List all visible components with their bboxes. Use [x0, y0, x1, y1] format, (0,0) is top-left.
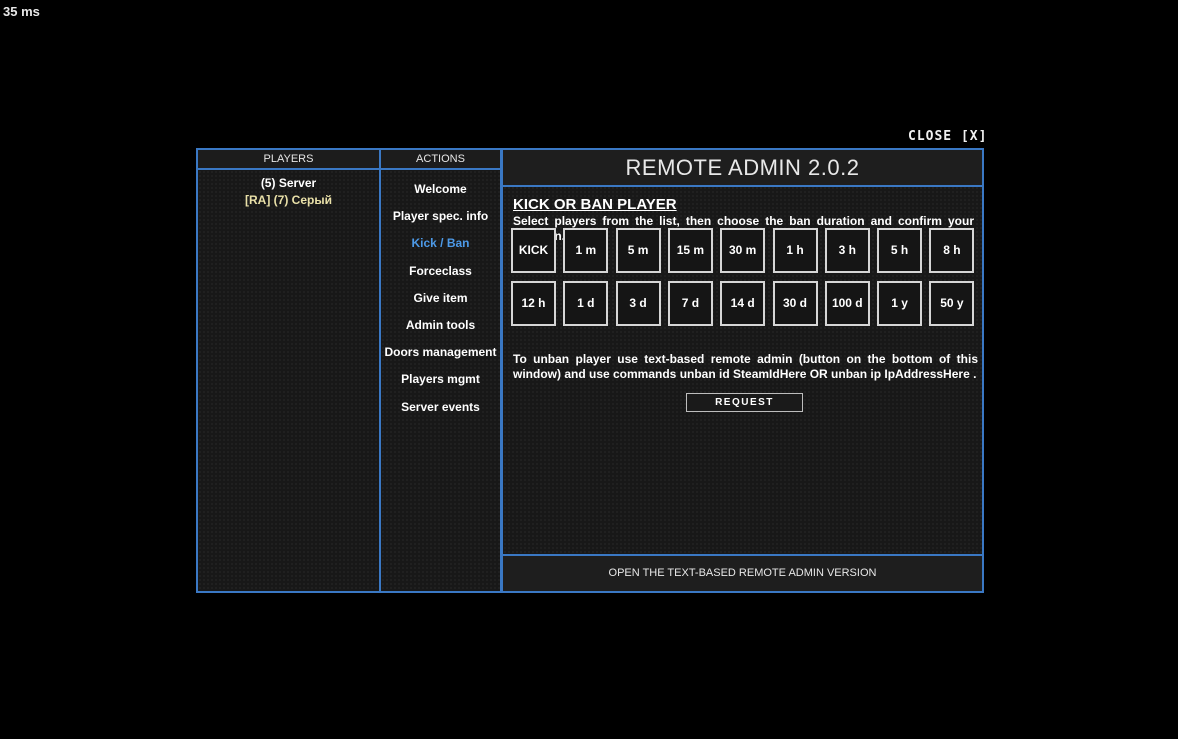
duration-button[interactable]: 30 m: [720, 228, 766, 273]
duration-button[interactable]: 15 m: [667, 228, 713, 273]
duration-button[interactable]: 8 h: [929, 228, 975, 273]
duration-button[interactable]: 5 h: [877, 228, 923, 273]
duration-button[interactable]: 1 h: [772, 228, 818, 273]
main-panel: REMOTE ADMIN 2.0.2 KICK OR BAN PLAYER Se…: [501, 148, 984, 593]
action-item-doors-management[interactable]: Doors management: [381, 344, 500, 371]
window-title: REMOTE ADMIN 2.0.2: [503, 150, 982, 187]
player-list: (5) Server [RA] (7) Серый: [198, 170, 379, 209]
duration-button[interactable]: 100 d: [824, 280, 870, 326]
duration-button[interactable]: 14 d: [720, 280, 766, 326]
players-header: PLAYERS: [198, 150, 379, 170]
action-item-players-mgmt[interactable]: Players mgmt: [381, 371, 500, 398]
duration-button[interactable]: 5 m: [615, 228, 661, 273]
duration-button[interactable]: 1 y: [877, 280, 923, 326]
action-item-give-item[interactable]: Give item: [381, 290, 500, 317]
action-item-kick-ban[interactable]: Kick / Ban: [381, 235, 500, 262]
duration-button[interactable]: 30 d: [772, 280, 818, 326]
action-item-player-spec-info[interactable]: Player spec. info: [381, 208, 500, 235]
actions-header: ACTIONS: [381, 150, 500, 170]
player-item[interactable]: [RA] (7) Серый: [198, 192, 379, 209]
remote-admin-window: PLAYERS (5) Server [RA] (7) Серый ACTIONS…: [196, 148, 984, 593]
players-panel: PLAYERS (5) Server [RA] (7) Серый: [196, 148, 381, 593]
action-item-server-events[interactable]: Server events: [381, 399, 500, 426]
player-item[interactable]: (5) Server: [198, 175, 379, 192]
action-item-welcome[interactable]: Welcome: [381, 181, 500, 208]
duration-button[interactable]: 7 d: [667, 280, 713, 326]
close-button[interactable]: CLOSE [X]: [908, 129, 987, 144]
request-button[interactable]: REQUEST: [686, 393, 803, 412]
section-title: KICK OR BAN PLAYER: [513, 196, 677, 213]
duration-button[interactable]: 3 d: [615, 280, 661, 326]
actions-panel: ACTIONS Welcome Player spec. info Kick / B…: [379, 148, 502, 593]
duration-button[interactable]: KICK: [511, 228, 556, 273]
ping-indicator: 35 ms: [3, 4, 40, 19]
action-item-forceclass[interactable]: Forceclass: [381, 263, 500, 290]
duration-button[interactable]: 50 y: [929, 280, 975, 326]
duration-button[interactable]: 1 m: [563, 228, 609, 273]
duration-button[interactable]: 1 d: [563, 280, 609, 326]
unban-instructions: To unban player use text-based remote ad…: [513, 352, 978, 381]
duration-button[interactable]: 12 h: [511, 280, 556, 326]
action-item-admin-tools[interactable]: Admin tools: [381, 317, 500, 344]
duration-button[interactable]: 3 h: [824, 228, 870, 273]
action-list: Welcome Player spec. info Kick / Ban Forcec…: [381, 170, 500, 426]
open-text-ra-button[interactable]: OPEN THE TEXT-BASED REMOTE ADMIN VERSION: [503, 554, 982, 591]
